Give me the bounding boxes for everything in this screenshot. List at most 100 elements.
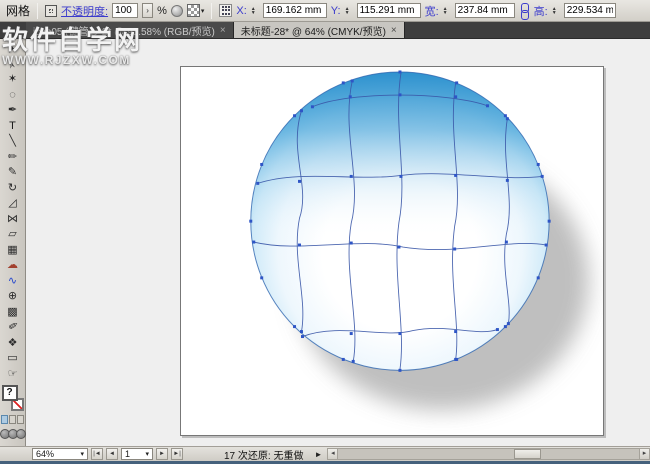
pen-tool-icon: ✒ [8, 105, 17, 116]
height-stepper[interactable]: ▲▼ [552, 7, 560, 15]
pencil-tool-icon: ✎ [8, 167, 17, 178]
draw-behind-mode-button[interactable] [9, 415, 16, 424]
tool-hand-tool[interactable]: ☞ [2, 367, 24, 383]
chevron-down-icon: ▾ [201, 7, 205, 15]
draw-inside-mode-button[interactable] [17, 415, 24, 424]
link-icon[interactable] [520, 3, 529, 19]
selection-type-label: 网格 [6, 2, 30, 19]
artboard[interactable] [180, 66, 604, 436]
y-stepper[interactable]: ▲▼ [345, 7, 353, 15]
x-label: X: [236, 5, 246, 17]
opacity-link[interactable]: 不透明度: [61, 3, 108, 19]
tool-paintbrush-tool[interactable]: ✏ [2, 150, 24, 166]
height-input[interactable] [564, 3, 616, 18]
scroll-left-icon[interactable]: ◂ [328, 449, 338, 459]
hand-tool-icon: ☞ [8, 369, 18, 380]
rotate-tool-icon: ↻ [8, 183, 17, 194]
tool-line-tool[interactable]: ╲ [2, 134, 24, 150]
first-artboard-button[interactable]: |◄ [91, 448, 103, 460]
tool-free-transform-tool[interactable]: ▱ [2, 227, 24, 243]
close-icon[interactable]: × [220, 25, 226, 36]
tool-symbol-sprayer-tool[interactable]: ☁ [2, 258, 24, 274]
document-tab-bar: icon05 (键管し-2* @ 93.58% (RGB/预览) × 未标题-2… [0, 22, 650, 39]
tool-selection-tool[interactable]: ➤ [2, 41, 24, 57]
tab-document-2[interactable]: 未标题-28* @ 64% (CMYK/预览) × [234, 22, 405, 38]
tool-eyedropper-tool[interactable]: ✐ [2, 320, 24, 336]
x-input[interactable] [263, 3, 327, 18]
opacity-unit-label: % [157, 5, 167, 17]
draw-normal-mode-button[interactable] [1, 415, 8, 424]
tool-blend-tool[interactable]: ❖ [2, 336, 24, 352]
illustrator-window: 网格 不透明度: › % ▾ X: ▲▼ Y: ▲▼ 宽: ▲▼ 高: ▲▼ i… [0, 0, 650, 464]
opacity-input[interactable] [112, 3, 138, 18]
fill-color-swatch[interactable]: ? [2, 385, 18, 401]
tool-pencil-tool[interactable]: ✎ [2, 165, 24, 181]
drawing-mode-row [1, 415, 24, 424]
tool-column-graph-tool[interactable]: ∿ [2, 274, 24, 290]
gradient-tool-icon: ▩ [7, 307, 17, 318]
control-bar: 网格 不透明度: › % ▾ X: ▲▼ Y: ▲▼ 宽: ▲▼ 高: ▲▼ [0, 0, 650, 22]
previous-artboard-button[interactable]: ◄ [106, 448, 118, 460]
mesh-tool-icon: ⊕ [8, 291, 17, 302]
tool-rotate-tool[interactable]: ↻ [2, 181, 24, 197]
tool-gradient-tool[interactable]: ▩ [2, 305, 24, 321]
fill-unknown-indicator: ? [6, 387, 12, 398]
screen-mode-row [0, 429, 26, 439]
artboard-navigation-dropdown[interactable]: 1 ▾ [121, 448, 153, 460]
tab-title: 未标题-28* @ 64% (CMYK/预览) [241, 23, 386, 38]
width-tool-icon: ⋈ [7, 214, 18, 225]
magic-wand-tool-icon: ✶ [8, 74, 17, 85]
tool-perspective-grid-tool[interactable]: ▦ [2, 243, 24, 259]
screen-mode-full-icon[interactable] [16, 429, 26, 439]
next-artboard-button[interactable]: ► [156, 448, 168, 460]
tab-title: icon05 (键管し-2* @ 93.58% (RGB/预览) [33, 23, 215, 38]
tool-artboard-tool[interactable]: ▭ [2, 351, 24, 367]
tool-list: ➤ ➢ ✶ ◌ ✒ T ╲ ✏ ✎ ↻ ◿ ⋈ ▱ ▦☁ ∿ ⊕ ▩ ✐ ❖ ▭ ☞ [2, 41, 24, 382]
zoom-level-value: 64% [36, 449, 54, 459]
column-graph-tool-icon: ∿ [8, 276, 17, 287]
blend-tool-icon: ❖ [8, 338, 18, 349]
status-menu-arrow-icon[interactable]: ► [314, 450, 322, 459]
selection-tool-icon: ➤ [6, 43, 19, 55]
opacity-menu-button[interactable]: › [142, 3, 153, 18]
tool-scale-tool[interactable]: ◿ [2, 196, 24, 212]
bounding-box-icon[interactable] [45, 5, 57, 17]
scrollbar-thumb[interactable] [514, 449, 541, 459]
scroll-right-icon[interactable]: ▸ [639, 449, 649, 459]
horizontal-scrollbar[interactable]: ◂ ▸ [327, 448, 650, 460]
artboard-tool-icon: ▭ [7, 353, 17, 364]
tab-document-1[interactable]: icon05 (键管し-2* @ 93.58% (RGB/预览) × [26, 22, 234, 38]
reference-point-locator[interactable] [219, 4, 232, 17]
scale-tool-icon: ◿ [8, 198, 16, 209]
eyedropper-tool-icon: ✐ [7, 321, 19, 334]
tool-magic-wand-tool[interactable]: ✶ [2, 72, 24, 88]
lasso-tool-icon: ◌ [9, 90, 16, 101]
separator [211, 3, 212, 19]
direct-selection-tool-icon: ➢ [6, 58, 19, 70]
mask-options[interactable]: ▾ [187, 4, 205, 17]
x-stepper[interactable]: ▲▼ [251, 7, 259, 15]
tool-pen-tool[interactable]: ✒ [2, 103, 24, 119]
symbol-sprayer-tool-icon: ☁ [7, 260, 18, 271]
width-stepper[interactable]: ▲▼ [443, 7, 451, 15]
canvas-pasteboard[interactable] [26, 39, 650, 446]
recolor-artwork-icon[interactable] [171, 5, 183, 17]
line-tool-icon: ╲ [9, 136, 16, 147]
paintbrush-tool-icon: ✏ [8, 152, 17, 163]
fill-stroke-area: ? [2, 385, 24, 411]
tool-type-tool[interactable]: T [2, 119, 24, 135]
tools-panel: ➤ ➢ ✶ ◌ ✒ T ╲ ✏ ✎ ↻ ◿ ⋈ ▱ ▦☁ ∿ ⊕ ▩ ✐ ❖ ▭ ☞ ? [0, 39, 26, 446]
type-tool-icon: T [9, 121, 16, 132]
main-area: ➤ ➢ ✶ ◌ ✒ T ╲ ✏ ✎ ↻ ◿ ⋈ ▱ ▦☁ ∿ ⊕ ▩ ✐ ❖ ▭ ☞ ? [0, 39, 650, 446]
free-transform-tool-icon: ▱ [8, 229, 16, 240]
height-label: 高: [534, 3, 548, 19]
tool-width-tool[interactable]: ⋈ [2, 212, 24, 228]
width-input[interactable] [455, 3, 515, 18]
close-icon[interactable]: × [391, 25, 397, 36]
last-artboard-button[interactable]: ►| [171, 448, 183, 460]
zoom-level-dropdown[interactable]: 64% ▾ [32, 448, 88, 460]
y-input[interactable] [357, 3, 421, 18]
tool-direct-selection-tool[interactable]: ➢ [2, 57, 24, 73]
tool-lasso-tool[interactable]: ◌ [2, 88, 24, 104]
tool-mesh-tool[interactable]: ⊕ [2, 289, 24, 305]
